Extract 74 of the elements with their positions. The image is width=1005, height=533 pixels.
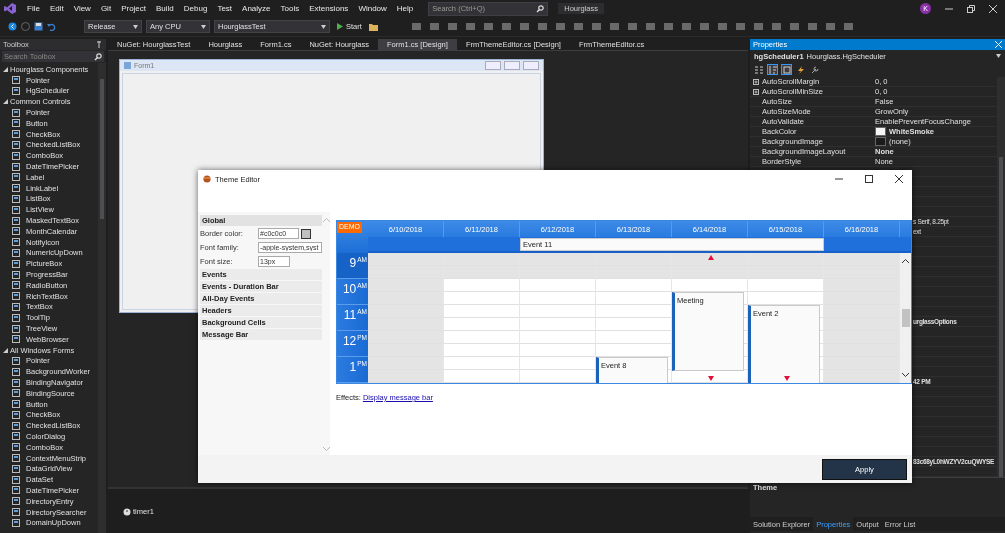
menu-item[interactable]: File	[22, 4, 45, 13]
pin-icon[interactable]	[95, 41, 103, 48]
control-icon	[12, 76, 20, 85]
control-icon	[12, 443, 20, 452]
search-icon	[94, 52, 102, 61]
expand-icon[interactable]	[753, 78, 759, 85]
timer-icon	[123, 506, 131, 516]
scroll-down-icon[interactable]	[902, 373, 909, 377]
restore-icon[interactable]	[967, 4, 975, 13]
control-icon	[12, 162, 20, 171]
undo-icon[interactable]	[47, 22, 56, 31]
control-icon	[12, 389, 20, 398]
menu-item[interactable]: Debug	[178, 4, 213, 13]
menu-item[interactable]: Tools	[275, 4, 305, 13]
expand-triangle-icon	[3, 99, 8, 105]
properties-icon[interactable]	[781, 64, 792, 75]
caret-icon	[201, 24, 206, 29]
control-icon	[12, 151, 20, 160]
more-above-icon[interactable]	[708, 255, 714, 260]
more-below-icon[interactable]	[708, 376, 714, 381]
control-icon	[12, 475, 20, 484]
menu-item[interactable]: Extensions	[304, 4, 354, 13]
control-icon	[12, 216, 20, 225]
sort-icon[interactable]	[767, 64, 778, 75]
control-icon	[12, 108, 20, 117]
search-icon	[536, 4, 545, 13]
menu-item[interactable]: Help	[391, 4, 419, 13]
menu-item[interactable]: Analyze	[237, 4, 276, 13]
menu-item[interactable]: Test	[212, 4, 238, 13]
menu-item[interactable]: Window	[353, 4, 392, 13]
control-icon	[12, 378, 20, 387]
control-icon	[12, 173, 20, 182]
menu-item[interactable]: Project	[116, 4, 152, 13]
control-icon	[12, 421, 20, 430]
app-icon	[203, 175, 211, 183]
control-icon	[12, 367, 20, 376]
control-icon	[12, 313, 20, 322]
menu-item[interactable]: Edit	[44, 4, 69, 13]
expand-triangle-icon	[3, 347, 8, 353]
menu-item[interactable]: View	[68, 4, 96, 13]
control-icon	[12, 486, 20, 495]
categorized-icon[interactable]	[753, 64, 764, 75]
color-swatch[interactable]	[301, 228, 311, 239]
control-icon	[12, 259, 20, 268]
control-icon	[12, 270, 20, 279]
expand-triangle-icon	[3, 66, 8, 72]
menu-item[interactable]: Build	[151, 4, 179, 13]
scrollbar-thumb[interactable]	[901, 309, 910, 327]
control-icon	[12, 281, 20, 290]
expand-icon[interactable]	[753, 88, 759, 95]
scroll-up-icon[interactable]	[902, 259, 909, 263]
form-icon	[124, 62, 131, 69]
save-icon[interactable]	[34, 22, 43, 31]
scrollbar-thumb[interactable]	[999, 157, 1003, 477]
menu-item[interactable]: Git	[95, 4, 117, 13]
control-icon	[12, 227, 20, 236]
control-icon	[12, 432, 20, 441]
app-logo-icon	[4, 3, 16, 14]
caret-icon	[133, 24, 138, 29]
control-icon	[12, 119, 20, 128]
caret-icon	[321, 24, 326, 29]
control-icon	[12, 205, 20, 214]
control-icon	[12, 356, 20, 365]
control-icon	[12, 497, 20, 506]
control-icon	[12, 324, 20, 333]
back-icon[interactable]	[8, 22, 17, 31]
control-icon	[12, 87, 20, 95]
more-below-icon[interactable]	[784, 376, 790, 381]
wrench-icon[interactable]	[809, 64, 820, 75]
folder-icon[interactable]	[368, 22, 378, 31]
scrollbar-thumb[interactable]	[100, 79, 104, 219]
control-icon	[12, 335, 20, 344]
caret-icon	[996, 54, 1001, 58]
play-icon	[337, 23, 343, 30]
